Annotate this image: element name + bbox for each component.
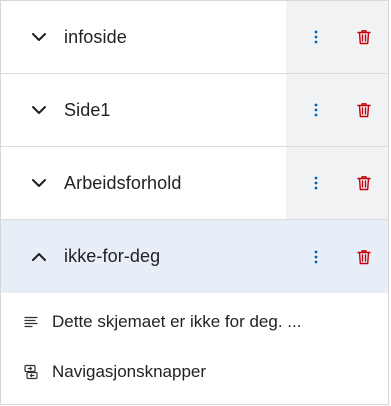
chevron-down-icon bbox=[29, 173, 49, 193]
page-toggle-arbeidsforhold[interactable]: Arbeidsforhold bbox=[1, 147, 286, 219]
chevron-up-icon bbox=[29, 247, 49, 267]
page-label: Arbeidsforhold bbox=[64, 172, 182, 193]
page-toggle-side1[interactable]: Side1 bbox=[1, 74, 286, 146]
page-components-list: Dette skjemaet er ikke for deg. ... Navi… bbox=[1, 293, 388, 397]
page-row-infoside: infoside bbox=[1, 1, 388, 74]
component-item-paragraph[interactable]: Dette skjemaet er ikke for deg. ... bbox=[1, 297, 388, 347]
component-item-navigation-buttons[interactable]: Navigasjonsknapper bbox=[1, 347, 388, 397]
chevron-down-icon bbox=[29, 27, 49, 47]
delete-icon[interactable] bbox=[354, 247, 374, 267]
page-row-arbeidsforhold: Arbeidsforhold bbox=[1, 147, 388, 220]
component-label: Navigasjonsknapper bbox=[52, 362, 207, 381]
page-actions bbox=[286, 74, 388, 146]
page-actions bbox=[286, 147, 388, 219]
page-row-ikke-for-deg: ikke-for-deg bbox=[1, 220, 388, 293]
delete-icon[interactable] bbox=[354, 100, 374, 120]
delete-icon[interactable] bbox=[354, 27, 374, 47]
paragraph-icon bbox=[23, 314, 39, 330]
navigation-buttons-icon bbox=[23, 364, 39, 380]
more-options-icon[interactable] bbox=[306, 100, 326, 120]
more-options-icon[interactable] bbox=[306, 173, 326, 193]
page-label: infoside bbox=[64, 26, 127, 47]
delete-icon[interactable] bbox=[354, 173, 374, 193]
page-row-side1: Side1 bbox=[1, 74, 388, 147]
more-options-icon[interactable] bbox=[306, 247, 326, 267]
page-list-panel: infoside Side1 Arbeidsforhold ikke-for-d… bbox=[0, 0, 389, 405]
chevron-down-icon bbox=[29, 100, 49, 120]
component-label: Dette skjemaet er ikke for deg. ... bbox=[52, 312, 302, 331]
page-label: Side1 bbox=[64, 99, 111, 120]
page-actions bbox=[286, 1, 388, 73]
page-label: ikke-for-deg bbox=[64, 246, 161, 266]
page-actions bbox=[286, 220, 388, 293]
page-toggle-ikke-for-deg[interactable]: ikke-for-deg bbox=[1, 220, 286, 293]
page-toggle-infoside[interactable]: infoside bbox=[1, 1, 286, 73]
more-options-icon[interactable] bbox=[306, 27, 326, 47]
panel-bottom-divider bbox=[1, 404, 388, 405]
